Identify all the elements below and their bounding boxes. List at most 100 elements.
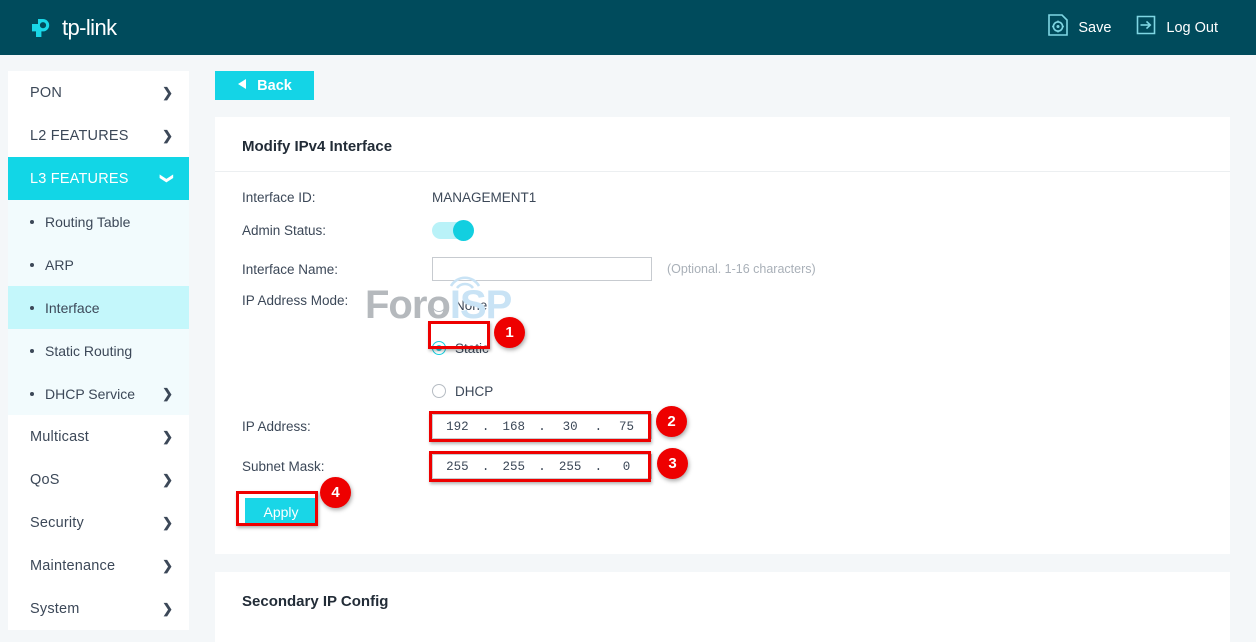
apply-label: Apply (263, 504, 298, 520)
chevron-right-icon: ❯ (162, 516, 173, 529)
dhcp-radio[interactable] (432, 384, 446, 398)
mask-octet-3[interactable]: 255 (553, 460, 587, 474)
sidebar-item-interface[interactable]: Interface (8, 286, 189, 329)
sidebar-item-label: Interface (45, 300, 173, 316)
field-ip-address: IP Address: 192 . 168 . 30 . 75 (242, 414, 652, 439)
ip-octet-4[interactable]: 75 (610, 420, 644, 434)
bullet-icon (30, 392, 34, 396)
sidebar-item-l2-features[interactable]: L2 FEATURES ❯ (8, 114, 189, 157)
apply-button[interactable]: Apply (245, 498, 317, 525)
sidebar-item-label: PON (30, 85, 162, 101)
save-label: Save (1078, 20, 1111, 36)
sidebar-item-label: L3 FEATURES (30, 171, 162, 187)
secondary-panel-title: Secondary IP Config (215, 572, 1230, 610)
mask-octet-1[interactable]: 255 (440, 460, 474, 474)
sidebar-item-label: Security (30, 515, 162, 531)
sidebar-item-label: L2 FEATURES (30, 128, 162, 144)
save-gear-icon (1047, 13, 1069, 42)
sidebar-item-label: QoS (30, 472, 162, 488)
sidebar-item-l3-features[interactable]: L3 FEATURES ❯ (8, 157, 189, 200)
interface-name-input[interactable] (432, 257, 652, 281)
chevron-down-icon: ❯ (161, 173, 174, 184)
bullet-icon (30, 220, 34, 224)
sidebar-item-multicast[interactable]: Multicast ❯ (8, 415, 189, 458)
bullet-icon (30, 306, 34, 310)
field-interface-name: Interface Name: (Optional. 1-16 characte… (242, 257, 816, 281)
annotation-badge-4: 4 (320, 477, 351, 508)
sidebar-item-pon[interactable]: PON ❯ (8, 71, 189, 114)
sidebar-item-label: Maintenance (30, 558, 162, 574)
brand-logo[interactable]: tp-link (26, 13, 117, 43)
none-radio[interactable] (432, 298, 446, 312)
octet-separator: . (538, 420, 546, 434)
admin-status-toggle[interactable] (432, 222, 472, 239)
toggle-knob (453, 220, 474, 241)
sidebar-item-label: DHCP Service (45, 386, 162, 402)
top-header-bar: tp-link Save (0, 0, 1256, 55)
subnet-mask-input[interactable]: 255 . 255 . 255 . 0 (432, 454, 652, 479)
mask-octet-2[interactable]: 255 (497, 460, 531, 474)
octet-separator: . (482, 460, 490, 474)
octet-separator: . (482, 420, 490, 434)
annotation-badge-3: 3 (657, 448, 688, 479)
radio-option-static[interactable]: Static (432, 336, 502, 360)
sidebar-item-qos[interactable]: QoS ❯ (8, 458, 189, 501)
bullet-icon (30, 263, 34, 267)
ip-octet-1[interactable]: 192 (440, 420, 474, 434)
admin-status-label: Admin Status: (242, 223, 432, 238)
octet-separator: . (538, 460, 546, 474)
apply-row: Apply (245, 498, 317, 525)
panel-divider (215, 171, 1230, 172)
sidebar-item-label: System (30, 601, 162, 617)
interface-name-hint: (Optional. 1-16 characters) (667, 262, 816, 276)
annotation-badge-2: 2 (656, 406, 687, 437)
ip-address-mode-label: IP Address Mode: (242, 293, 432, 308)
topbar-actions: Save Log Out (1047, 13, 1232, 42)
sidebar-item-arp[interactable]: ARP (8, 243, 189, 286)
tp-link-logo-icon (26, 13, 56, 43)
page-title: Modify IPv4 Interface (215, 117, 1230, 155)
octet-separator: . (595, 460, 603, 474)
sidebar-item-maintenance[interactable]: Maintenance ❯ (8, 544, 189, 587)
chevron-right-icon: ❯ (162, 387, 173, 400)
arrow-left-icon (237, 77, 248, 95)
sidebar-item-routing-table[interactable]: Routing Table (8, 200, 189, 243)
main-content: Back Modify IPv4 Interface Interface ID:… (189, 55, 1256, 625)
field-admin-status: Admin Status: (242, 222, 472, 239)
radio-label: Static (455, 341, 489, 356)
brand-logo-text: tp-link (62, 15, 117, 41)
static-radio[interactable] (432, 341, 446, 355)
logout-button[interactable]: Log Out (1135, 14, 1232, 41)
sidebar-item-static-routing[interactable]: Static Routing (8, 329, 189, 372)
interface-name-label: Interface Name: (242, 262, 432, 277)
secondary-ip-config-panel: Secondary IP Config (215, 572, 1230, 642)
chevron-right-icon: ❯ (162, 86, 173, 99)
sidebar-item-dhcp-service[interactable]: DHCP Service ❯ (8, 372, 189, 415)
radio-option-none[interactable]: None (432, 293, 502, 317)
mask-octet-4[interactable]: 0 (610, 460, 644, 474)
sidebar-nav: PON ❯ L2 FEATURES ❯ L3 FEATURES ❯ Routin… (8, 71, 189, 630)
ip-octet-2[interactable]: 168 (497, 420, 531, 434)
field-interface-id: Interface ID: MANAGEMENT1 (242, 190, 536, 205)
sidebar-item-system[interactable]: System ❯ (8, 587, 189, 630)
ip-address-label: IP Address: (242, 419, 432, 434)
ip-octet-3[interactable]: 30 (553, 420, 587, 434)
radio-option-dhcp[interactable]: DHCP (432, 379, 502, 403)
logout-arrow-icon (1135, 14, 1157, 41)
interface-id-value: MANAGEMENT1 (432, 190, 536, 205)
modify-ipv4-interface-panel: Modify IPv4 Interface Interface ID: MANA… (215, 117, 1230, 554)
save-button[interactable]: Save (1047, 13, 1125, 42)
back-button[interactable]: Back (215, 71, 314, 100)
sidebar-submenu-l3: Routing Table ARP Interface Static Routi… (8, 200, 189, 415)
sidebar-item-label: Multicast (30, 429, 162, 445)
field-subnet-mask: Subnet Mask: 255 . 255 . 255 . 0 (242, 454, 652, 479)
sidebar-item-label: Routing Table (45, 214, 173, 230)
sidebar-item-label: Static Routing (45, 343, 173, 359)
octet-separator: . (595, 420, 603, 434)
sidebar-item-security[interactable]: Security ❯ (8, 501, 189, 544)
chevron-right-icon: ❯ (162, 602, 173, 615)
ip-address-input[interactable]: 192 . 168 . 30 . 75 (432, 414, 652, 439)
chevron-right-icon: ❯ (162, 559, 173, 572)
subnet-mask-label: Subnet Mask: (242, 459, 432, 474)
bullet-icon (30, 349, 34, 353)
